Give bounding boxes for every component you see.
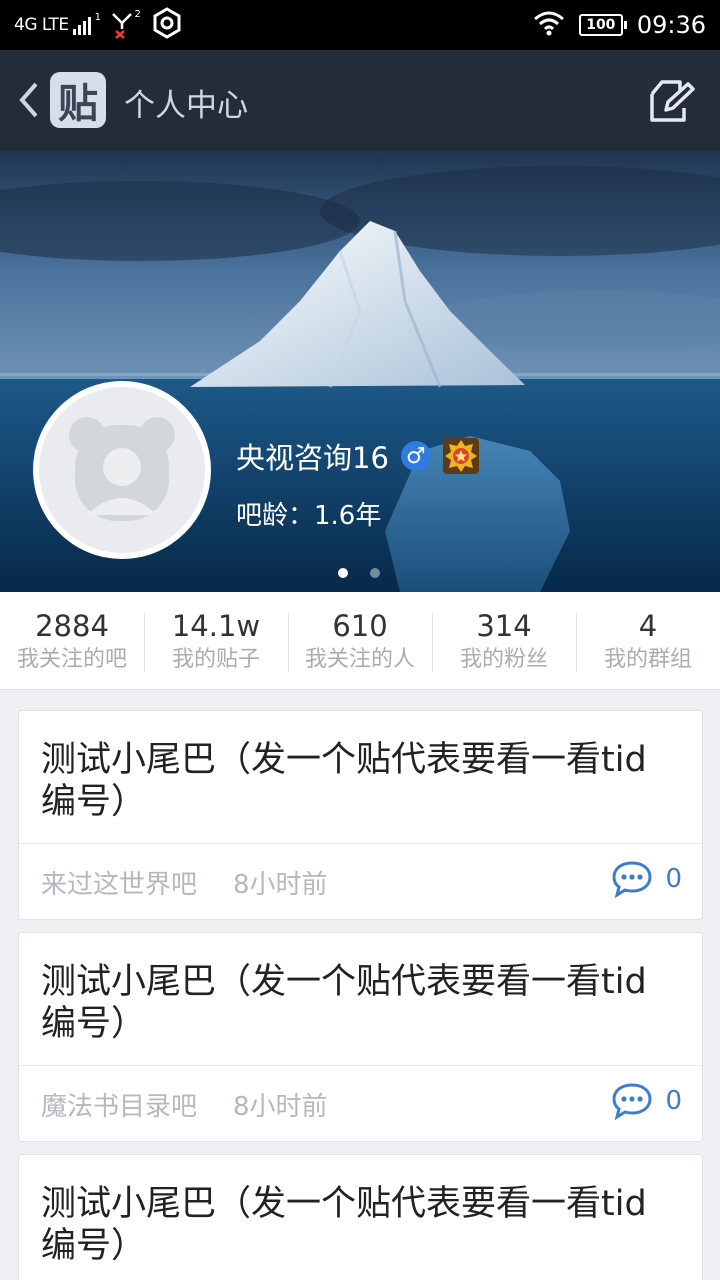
stat-value: 314: [476, 608, 532, 643]
medal-icon[interactable]: [442, 438, 479, 474]
edit-post-button[interactable]: [646, 76, 696, 126]
sim1-label: 1: [94, 12, 101, 23]
profile-stats: 2884 我关注的吧 14.1w 我的贴子 610 我关注的人 314 我的粉丝…: [0, 592, 720, 690]
profile-header: 央视咨询16 ♂ 吧龄：1.6年: [0, 151, 720, 592]
post-meta: 来过这世界吧 8小时前 0: [19, 843, 702, 919]
reply-button[interactable]: 0: [611, 1082, 682, 1120]
page-title: 个人中心: [124, 88, 248, 124]
edit-icon: [650, 80, 695, 122]
reply-count: 0: [665, 1086, 682, 1116]
post-time: 8小时前: [233, 870, 328, 900]
carousel-dot-1[interactable]: [338, 568, 348, 578]
stat-fans[interactable]: 314 我的粉丝: [432, 592, 576, 689]
stat-value: 2884: [35, 608, 109, 643]
post-card[interactable]: 测试小尾巴（发一个贴代表要看一看tid编号） 来过这世界吧 8小时前 0: [18, 710, 703, 920]
post-title[interactable]: 测试小尾巴（发一个贴代表要看一看tid编号）: [19, 711, 702, 843]
reply-button[interactable]: 0: [611, 860, 682, 898]
stat-label: 我的贴子: [171, 646, 260, 672]
sim2-label: 2: [134, 9, 141, 20]
stat-label: 我关注的吧: [16, 646, 127, 672]
post-time: 8小时前: [233, 1092, 328, 1122]
post-forum[interactable]: 来过这世界吧: [41, 864, 197, 901]
post-meta: 魔法书目录吧 8小时前 0: [19, 1065, 702, 1141]
stat-my-posts[interactable]: 14.1w 我的贴子: [144, 592, 288, 689]
stat-label: 我的粉丝: [459, 646, 548, 672]
stat-label: 我的群组: [603, 646, 692, 672]
no-signal-icon: 2: [111, 9, 141, 39]
stat-label: 我关注的人: [304, 646, 415, 672]
avatar[interactable]: [39, 387, 205, 553]
ba-age: 吧龄：1.6年: [236, 501, 382, 531]
back-icon: [19, 82, 38, 118]
status-bar: 4G LTE 1 2 100 09:36: [0, 0, 720, 50]
post-forum[interactable]: 魔法书目录吧: [41, 1086, 197, 1123]
comment-icon: [612, 1083, 652, 1120]
post-list: 测试小尾巴（发一个贴代表要看一看tid编号） 来过这世界吧 8小时前 0 测试小…: [0, 690, 720, 1280]
post-card[interactable]: 测试小尾巴（发一个贴代表要看一看tid编号）: [18, 1154, 703, 1280]
stat-value: 610: [332, 608, 388, 643]
reply-count: 0: [665, 864, 682, 894]
stat-following[interactable]: 610 我关注的人: [288, 592, 432, 689]
nav-bar: 贴 个人中心: [0, 50, 720, 151]
comment-icon: [612, 861, 652, 898]
signal-icon: [72, 15, 91, 35]
post-title[interactable]: 测试小尾巴（发一个贴代表要看一看tid编号）: [19, 933, 702, 1065]
stat-value: 4: [638, 608, 658, 643]
stat-groups[interactable]: 4 我的群组: [576, 592, 720, 689]
username: 央视咨询16: [236, 441, 389, 475]
settings-icon: [151, 7, 183, 43]
male-icon: ♂: [400, 441, 431, 471]
stat-followed-forums[interactable]: 2884 我关注的吧: [0, 592, 144, 689]
post-card[interactable]: 测试小尾巴（发一个贴代表要看一看tid编号） 魔法书目录吧 8小时前 0: [18, 932, 703, 1142]
battery-indicator: 100: [578, 14, 627, 36]
default-avatar-icon: [69, 417, 175, 521]
clock: 09:36: [636, 11, 706, 39]
avatar-frame[interactable]: [33, 381, 211, 559]
carousel-dot-2[interactable]: [370, 568, 380, 578]
wifi-icon: [533, 10, 565, 40]
carousel-indicator: [338, 568, 380, 578]
network-indicator: 4G LTE 1: [14, 12, 101, 35]
stat-value: 14.1w: [171, 608, 261, 643]
network-type: 4G LTE: [14, 15, 69, 35]
tieba-logo[interactable]: 贴: [50, 72, 106, 128]
back-button[interactable]: [14, 78, 44, 122]
post-title[interactable]: 测试小尾巴（发一个贴代表要看一看tid编号）: [19, 1155, 702, 1280]
